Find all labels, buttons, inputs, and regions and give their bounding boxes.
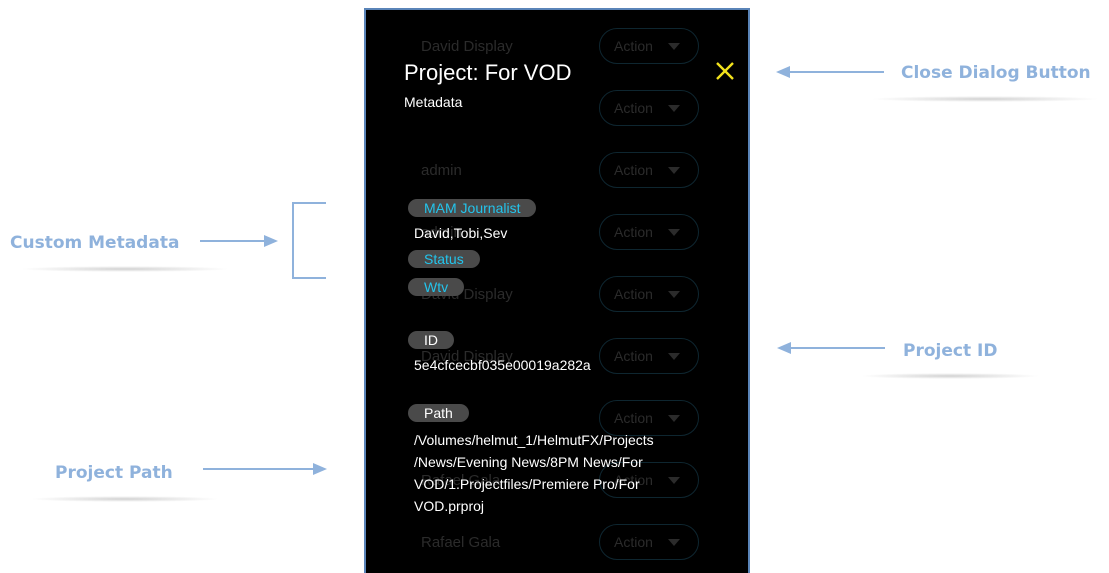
action-dropdown-button[interactable]: Action (599, 152, 699, 188)
action-dropdown-button[interactable]: Action (599, 276, 699, 312)
annotation-project-id: Project ID (903, 341, 998, 361)
action-dropdown-button[interactable]: Action (599, 338, 699, 374)
path-label-chip: Path (408, 404, 469, 422)
action-label: Action (614, 224, 653, 240)
close-icon (716, 62, 734, 80)
status-value-chip: Wtv (408, 278, 465, 296)
path-line: /News/Evening News/8PM News/For (414, 454, 643, 470)
action-dropdown-button[interactable]: Action (599, 524, 699, 560)
path-line: /Volumes/helmut_1/HelmutFX/Projects (414, 432, 654, 448)
left-arrow-icon (776, 66, 884, 78)
annotation-shadow (860, 373, 1040, 379)
action-label: Action (614, 162, 653, 178)
caret-down-icon (668, 415, 680, 422)
journalist-value: David,Tobi,Sev (414, 225, 508, 241)
annotation-shadow (870, 96, 1100, 102)
list-item: admin Action (366, 152, 748, 192)
project-path-value: /Volumes/helmut_1/HelmutFX/Projects /New… (414, 429, 654, 517)
left-arrow-icon (777, 342, 885, 354)
right-arrow-icon (200, 235, 278, 247)
action-label: Action (614, 534, 653, 550)
path-line: VOD.prproj (414, 498, 485, 514)
action-label: Action (614, 410, 653, 426)
list-item: Rafael Gala Action (366, 524, 748, 564)
caret-down-icon (668, 539, 680, 546)
project-id-value: 5e4cfcecbf035e00019a282a (414, 357, 591, 373)
list-item-name: admin (421, 162, 462, 179)
close-dialog-button[interactable] (714, 60, 736, 82)
right-arrow-icon (203, 463, 327, 475)
action-dropdown-button[interactable]: Action (599, 28, 699, 64)
list-item-name: Rafael Gala (421, 534, 501, 551)
caret-down-icon (668, 477, 680, 484)
action-label: Action (614, 348, 653, 364)
action-label: Action (614, 286, 653, 302)
path-line: VOD/1.Projectfiles/Premiere Pro/For (414, 476, 640, 492)
action-dropdown-button[interactable]: Action (599, 214, 699, 250)
caret-down-icon (668, 291, 680, 298)
dialog-title: Project: For VOD (404, 60, 572, 85)
annotation-close-dialog: Close Dialog Button (901, 63, 1091, 83)
annotation-project-path: Project Path (55, 463, 173, 483)
annotation-shadow (30, 496, 220, 502)
metadata-bracket (292, 202, 326, 279)
caret-down-icon (668, 353, 680, 360)
id-label-chip: ID (408, 331, 454, 349)
caret-down-icon (668, 105, 680, 112)
caret-down-icon (668, 43, 680, 50)
action-label: Action (614, 38, 653, 54)
list-item-name: David Display (421, 38, 513, 55)
caret-down-icon (668, 229, 680, 236)
status-label-chip: Status (408, 250, 480, 268)
dialog-subtitle: Metadata (404, 94, 463, 110)
annotation-custom-metadata: Custom Metadata (10, 233, 180, 253)
action-dropdown-button[interactable]: Action (599, 90, 699, 126)
action-label: Action (614, 100, 653, 116)
journalist-label-chip: MAM Journalist (408, 199, 537, 217)
project-metadata-dialog: David Display Action Action admin Action… (364, 8, 750, 573)
caret-down-icon (668, 167, 680, 174)
annotation-shadow (20, 266, 230, 272)
